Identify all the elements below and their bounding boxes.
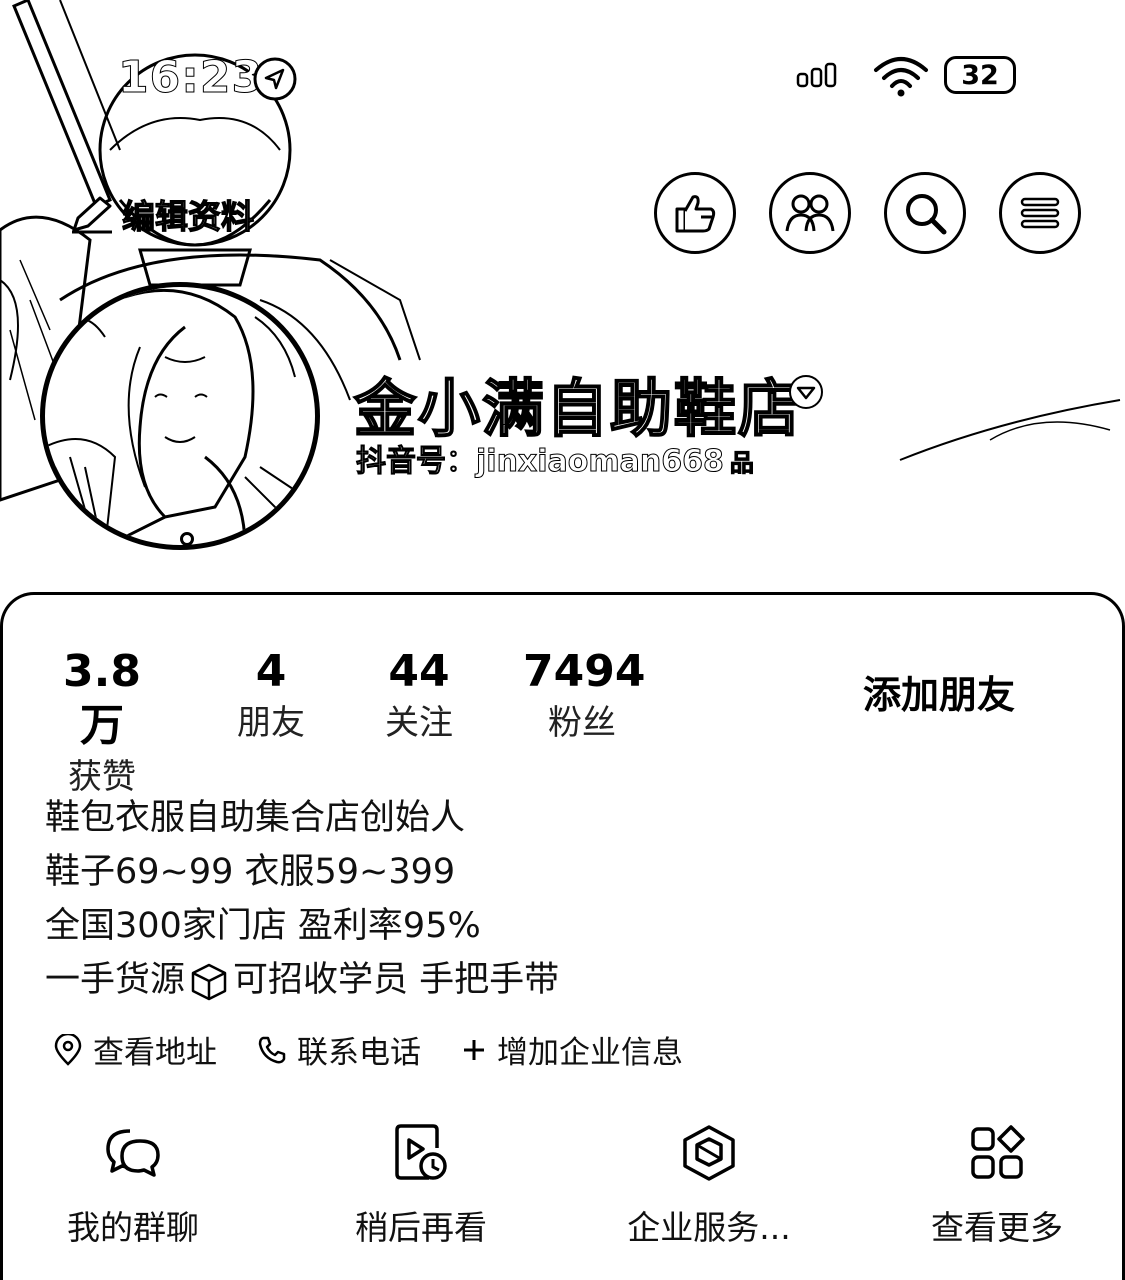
stat-followers[interactable]: 7494 粉丝 — [523, 645, 646, 747]
account-id[interactable]: 抖音号：jinxiaoman668 品 — [356, 436, 755, 480]
status-bar: 16:23 32 — [0, 40, 1125, 110]
service-watch-later[interactable]: 稍后再看 — [301, 1121, 541, 1249]
service-shortcuts: 我的群聊 稍后再看 企业服务... 查看更多 — [3, 1121, 1122, 1261]
stat-friends[interactable]: 4 朋友 — [221, 645, 321, 747]
group-chat-icon — [106, 1129, 160, 1177]
profile-card: 3.8万 获赞 4 朋友 44 关注 7494 粉丝 添加朋友 鞋包衣服自助集合… — [0, 592, 1125, 1280]
bio-line: 全国300家门店 盈利率95% — [45, 906, 481, 946]
people-icon — [785, 194, 835, 232]
service-enterprise[interactable]: 企业服务... — [589, 1121, 829, 1249]
cell-signal-icon — [796, 62, 837, 88]
pencil-icon — [72, 196, 112, 234]
location-arrow-icon — [253, 57, 297, 101]
avatar-portrait-sketch — [45, 288, 306, 545]
stat-label: 关注 — [385, 703, 453, 743]
account-switch-button[interactable] — [786, 372, 826, 412]
menu-button[interactable] — [999, 172, 1081, 254]
search-button[interactable] — [884, 172, 966, 254]
service-more[interactable]: 查看更多 — [877, 1121, 1117, 1249]
profile-cover: 16:23 32 编辑资料 金小满自助鞋店 抖音号：jinxiaoman668 … — [0, 0, 1125, 600]
contact-phone-label: 联系电话 — [297, 1035, 421, 1071]
bio-text: 可招收学员 手把手带 — [233, 960, 560, 1000]
bio-line: 鞋包衣服自助集合店创始人 — [45, 798, 466, 838]
avatar-status-dot — [180, 532, 194, 546]
avatar[interactable] — [40, 282, 320, 550]
location-pin-icon — [54, 1033, 82, 1066]
stat-likes[interactable]: 3.8万 获赞 — [43, 645, 161, 801]
service-label: 稍后再看 — [355, 1208, 487, 1247]
profile-links: 查看地址 联系电话 增加企业信息 — [53, 1027, 723, 1072]
chevron-down-icon — [789, 375, 823, 409]
package-box-icon — [191, 963, 227, 1001]
stat-value: 44 — [388, 646, 450, 697]
stat-value: 4 — [255, 646, 287, 697]
stat-label: 粉丝 — [548, 703, 616, 743]
bio-line: 鞋子69~99 衣服59~399 — [45, 852, 456, 892]
profile-bio: 鞋包衣服自助集合店创始人 鞋子69~99 衣服59~399 全国300家门店 盈… — [45, 791, 559, 1007]
profile-name: 金小满自助鞋店 — [353, 371, 803, 446]
watch-later-icon — [395, 1124, 447, 1180]
service-label: 企业服务... — [627, 1208, 791, 1247]
service-label: 查看更多 — [931, 1208, 1063, 1247]
plus-icon — [464, 1039, 484, 1060]
view-address-link[interactable]: 查看地址 — [53, 1027, 217, 1072]
stat-label: 朋友 — [237, 703, 305, 743]
account-id-text: 抖音号：jinxiaoman668 — [356, 444, 725, 480]
visitor-share-button[interactable] — [654, 172, 736, 254]
contact-phone-link[interactable]: 联系电话 — [257, 1027, 421, 1072]
share-hand-icon — [675, 195, 716, 233]
view-address-label: 查看地址 — [93, 1035, 217, 1071]
friends-button[interactable] — [769, 172, 851, 254]
wifi-icon — [874, 57, 928, 97]
stat-value: 7494 — [523, 646, 646, 697]
stat-following[interactable]: 44 关注 — [369, 645, 469, 747]
service-group-chat[interactable]: 我的群聊 — [13, 1121, 253, 1249]
service-label: 我的群聊 — [67, 1208, 199, 1247]
add-friend-button[interactable]: 添加朋友 — [839, 661, 1039, 721]
more-apps-icon — [971, 1125, 1025, 1179]
stat-value: 3.8万 — [63, 646, 141, 751]
qr-code-icon[interactable]: 品 — [729, 449, 754, 478]
add-enterprise-info-link[interactable]: 增加企业信息 — [461, 1027, 683, 1072]
add-enterprise-info-label: 增加企业信息 — [497, 1035, 683, 1071]
battery-indicator: 32 — [944, 56, 1016, 94]
edit-profile-label: 编辑资料 — [121, 196, 254, 236]
menu-icon — [1020, 197, 1060, 229]
edit-profile-button[interactable]: 编辑资料 — [68, 190, 255, 238]
search-icon — [906, 194, 947, 235]
status-time: 16:23 — [117, 52, 264, 104]
enterprise-service-icon — [683, 1125, 735, 1181]
bio-line: 一手货源 可招收学员 手把手带 — [45, 953, 559, 1007]
phone-icon — [258, 1036, 286, 1063]
bio-text: 一手货源 — [45, 960, 186, 1000]
